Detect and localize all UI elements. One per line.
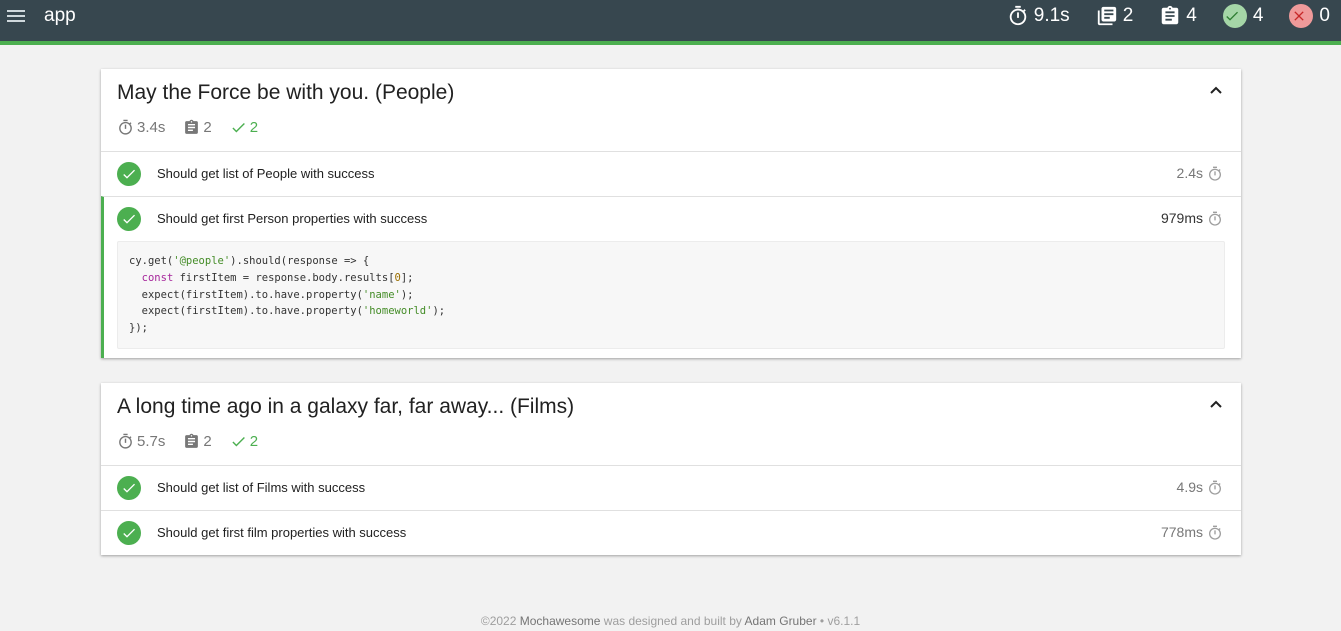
test-row[interactable]: Should get list of People with success 2… [101, 151, 1241, 196]
stopwatch-icon [1209, 211, 1221, 226]
suite-duration-value: 3.4s [137, 119, 166, 136]
footer-copyright: ©2022 [480, 614, 520, 628]
test-row-expanded[interactable]: Should get first Person properties with … [101, 196, 1241, 358]
assignment-icon [1162, 5, 1179, 25]
menu-icon[interactable] [7, 8, 25, 24]
test-duration: 979ms [1160, 210, 1203, 226]
pass-bar [0, 41, 1341, 45]
stopwatch-icon [119, 119, 132, 135]
footer-middle: was designed and built by [600, 614, 745, 628]
test-duration: 4.9s [1176, 479, 1203, 495]
suite-passes-value: 2 [249, 433, 259, 450]
assignment-icon [185, 433, 199, 448]
suite-duration: 3.4s [117, 119, 165, 136]
suite-tests: 2 [183, 119, 212, 136]
library-books-icon [1097, 6, 1116, 26]
check-icon [117, 207, 141, 231]
app-title: app [44, 5, 76, 26]
stopwatch-icon [1209, 525, 1221, 540]
navbar: app 9.1s 2 4 4 0 [0, 0, 1341, 45]
test-title: Should get first Person properties with … [157, 211, 428, 226]
suite-films: A long time ago in a galaxy far, far awa… [101, 383, 1241, 555]
suite-passes: 2 [230, 433, 258, 450]
chevron-up-icon[interactable] [1209, 399, 1223, 409]
suite-tests-value: 2 [203, 433, 212, 450]
stat-tests-value: 4 [1186, 5, 1197, 26]
cancel-circle-icon [1289, 4, 1314, 28]
test-title: Should get first film properties with su… [157, 525, 407, 540]
test-row[interactable]: Should get list of Films with success 4.… [101, 465, 1241, 510]
suite-duration: 5.7s [117, 433, 165, 450]
test-code-block: cy.get('@people').should(response => { c… [117, 241, 1225, 349]
test-duration: 2.4s [1176, 165, 1203, 181]
suite-duration-value: 5.7s [137, 433, 166, 450]
test-title: Should get list of Films with success [157, 480, 366, 495]
suite-header: A long time ago in a galaxy far, far awa… [101, 383, 1241, 465]
stopwatch-icon [1209, 480, 1221, 495]
report-stats: 9.1s 2 4 4 0 [981, 4, 1330, 28]
suite-passes: 2 [230, 119, 258, 136]
stat-duration-value: 9.1s [1033, 5, 1070, 26]
check-circle-icon [1222, 4, 1247, 28]
check-icon [117, 521, 141, 545]
stat-passes-value: 4 [1252, 5, 1264, 26]
stat-suites[interactable]: 2 [1096, 5, 1134, 27]
suite-header: May the Force be with you. (People) 3.4s… [101, 69, 1241, 151]
check-icon [232, 436, 245, 447]
stat-failures-value: 0 [1319, 5, 1330, 26]
assignment-icon [185, 119, 199, 134]
stat-suites-value: 2 [1122, 5, 1134, 26]
footer-author-link[interactable]: Adam Gruber [745, 614, 817, 628]
stopwatch-icon [1209, 166, 1221, 181]
suite-title: May the Force be with you. (People) [117, 81, 455, 104]
check-icon [232, 122, 245, 133]
suite-stats: 5.7s 2 2 [117, 433, 276, 450]
suite-title: A long time ago in a galaxy far, far awa… [117, 395, 575, 418]
suite-passes-value: 2 [249, 119, 259, 136]
suite-stats: 3.4s 2 2 [117, 119, 276, 136]
footer-version: • v6.1.1 [816, 614, 861, 628]
check-icon [117, 162, 141, 186]
stopwatch-icon [1009, 5, 1027, 26]
test-row[interactable]: Should get first film properties with su… [101, 510, 1241, 555]
stat-failures[interactable]: 0 [1289, 4, 1330, 28]
footer: ©2022 Mochawesome was designed and built… [0, 614, 1341, 628]
stat-passes[interactable]: 4 [1222, 4, 1264, 28]
stat-duration: 9.1s [1007, 5, 1070, 27]
suite-people: May the Force be with you. (People) 3.4s… [101, 69, 1241, 358]
check-icon [117, 476, 141, 500]
footer-brand-link[interactable]: Mochawesome [520, 614, 601, 628]
test-duration: 778ms [1160, 524, 1203, 540]
test-title: Should get list of People with success [157, 166, 375, 181]
stopwatch-icon [119, 433, 132, 449]
suite-tests-value: 2 [203, 119, 212, 136]
suite-tests: 2 [183, 433, 212, 450]
stat-tests[interactable]: 4 [1159, 5, 1197, 27]
chevron-up-icon[interactable] [1209, 85, 1223, 95]
